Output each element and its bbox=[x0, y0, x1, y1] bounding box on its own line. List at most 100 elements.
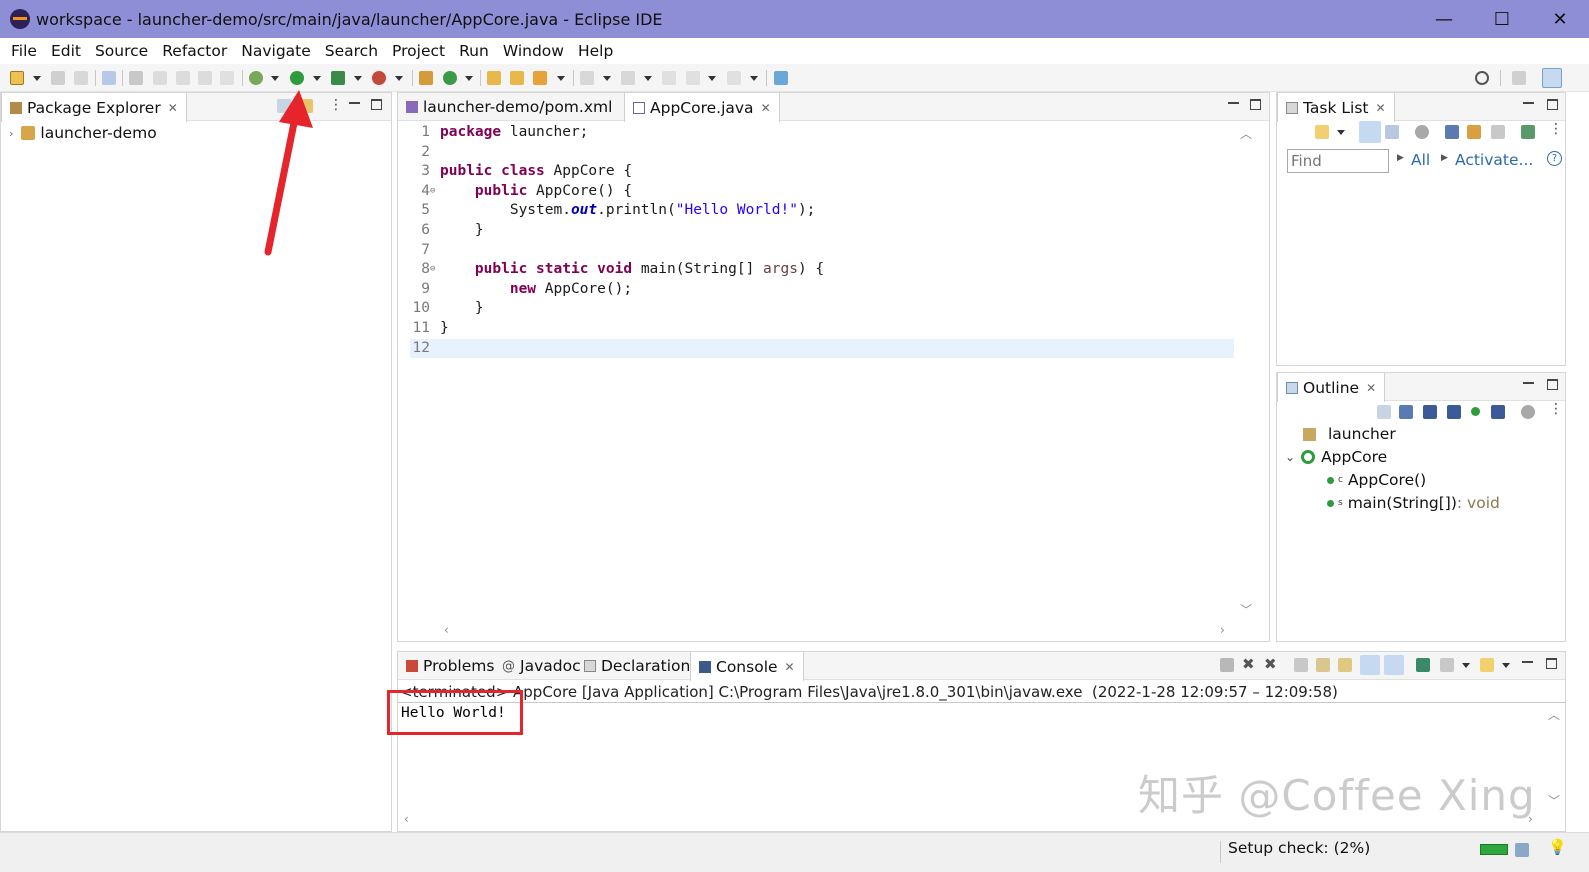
hide-nonpublic-icon[interactable] bbox=[1471, 407, 1480, 416]
outline-member-item[interactable]: s main(String[]) : void bbox=[1327, 492, 1500, 514]
forward-dropdown-icon[interactable] bbox=[750, 76, 758, 81]
minimize-view-button[interactable] bbox=[1523, 379, 1534, 390]
open-task-icon[interactable] bbox=[510, 71, 524, 85]
minimize-view-button[interactable] bbox=[1522, 658, 1533, 669]
close-icon[interactable]: ✕ bbox=[1366, 381, 1376, 395]
menu-source[interactable]: Source bbox=[88, 42, 155, 60]
focus-active-task-icon[interactable] bbox=[1521, 405, 1535, 419]
pin-console-icon[interactable] bbox=[1416, 658, 1430, 672]
search-dropdown-icon[interactable] bbox=[557, 76, 565, 81]
chevron-down-icon[interactable]: ⌄ bbox=[1285, 450, 1295, 464]
open-perspective-icon[interactable] bbox=[1512, 71, 1526, 85]
save-icon[interactable] bbox=[51, 71, 65, 85]
tab-task-list[interactable]: Task List ✕ bbox=[1277, 93, 1395, 122]
toggle-block-icon[interactable] bbox=[176, 71, 190, 85]
link-icon[interactable] bbox=[1521, 125, 1535, 139]
scroll-lock-icon[interactable] bbox=[1316, 658, 1330, 672]
prev-annotation-icon[interactable] bbox=[621, 71, 635, 85]
word-wrap-icon[interactable] bbox=[1338, 658, 1352, 672]
new-class-dropdown-icon[interactable] bbox=[465, 76, 473, 81]
view-menu-icon[interactable]: ⋮ bbox=[1549, 401, 1563, 417]
scheduled-icon[interactable] bbox=[1385, 125, 1399, 139]
maximize-view-button[interactable] bbox=[1547, 379, 1558, 390]
run-dropdown-icon[interactable] bbox=[313, 76, 321, 81]
fold-collapse-icon[interactable]: ⊖ bbox=[430, 260, 435, 280]
forward-icon[interactable] bbox=[727, 71, 741, 85]
display-console-dropdown-icon[interactable] bbox=[1462, 663, 1470, 668]
pin-editor-icon[interactable] bbox=[774, 71, 788, 85]
minimize-view-button[interactable] bbox=[1523, 99, 1534, 110]
outline-class-item[interactable]: ⌄ AppCore bbox=[1285, 446, 1387, 468]
view-menu-icon[interactable]: ⋮ bbox=[1549, 121, 1563, 137]
activate-link[interactable]: Activate... bbox=[1455, 151, 1533, 169]
maximize-view-button[interactable] bbox=[1547, 99, 1558, 110]
ant-icon[interactable] bbox=[129, 71, 143, 85]
word-wrap-icon[interactable] bbox=[198, 71, 212, 85]
new-dropdown-icon[interactable] bbox=[33, 76, 41, 81]
terminate-icon[interactable] bbox=[1220, 658, 1234, 672]
next-annotation-dropdown-icon[interactable] bbox=[603, 76, 611, 81]
progress-view-icon[interactable] bbox=[1515, 843, 1529, 857]
search-flashlight-icon[interactable] bbox=[533, 71, 547, 85]
menu-edit[interactable]: Edit bbox=[44, 42, 88, 60]
new-java-package-icon[interactable] bbox=[419, 71, 433, 85]
tab-declaration[interactable]: Declaration bbox=[576, 652, 698, 680]
debug-icon[interactable] bbox=[249, 71, 263, 85]
last-edit-location-icon[interactable] bbox=[662, 71, 676, 85]
outline-package-item[interactable]: launcher bbox=[1303, 423, 1396, 445]
new-icon[interactable] bbox=[10, 71, 24, 85]
lightbulb-icon[interactable]: 💡 bbox=[1548, 838, 1567, 856]
sort-icon[interactable] bbox=[1399, 405, 1413, 419]
help-icon[interactable]: ? bbox=[1547, 151, 1562, 166]
close-button[interactable]: ✕ bbox=[1531, 0, 1589, 38]
remove-all-launches-icon[interactable]: ✖ bbox=[1264, 655, 1277, 673]
menu-navigate[interactable]: Navigate bbox=[234, 42, 318, 60]
external-tools-icon[interactable] bbox=[372, 71, 386, 85]
maximize-editor-button[interactable] bbox=[1250, 99, 1261, 110]
menu-run[interactable]: Run bbox=[452, 42, 496, 60]
coverage-dropdown-icon[interactable] bbox=[354, 76, 362, 81]
run-icon[interactable] bbox=[290, 71, 304, 85]
menu-project[interactable]: Project bbox=[385, 42, 452, 60]
fold-collapse-icon[interactable]: ⊖ bbox=[430, 182, 435, 202]
maximize-button[interactable]: ☐ bbox=[1473, 0, 1531, 38]
view-menu-icon[interactable]: ⋮ bbox=[329, 97, 343, 113]
java-perspective-icon[interactable] bbox=[1542, 68, 1562, 88]
minimize-editor-button[interactable] bbox=[1228, 99, 1239, 110]
external-tools-dropdown-icon[interactable] bbox=[395, 76, 403, 81]
chevron-right-icon[interactable]: › bbox=[9, 127, 13, 140]
back-icon[interactable] bbox=[686, 71, 700, 85]
open-console-dropdown-icon[interactable] bbox=[1502, 663, 1510, 668]
menu-refactor[interactable]: Refactor bbox=[155, 42, 234, 60]
menu-help[interactable]: Help bbox=[571, 42, 620, 60]
outline-member-item[interactable]: c AppCore() bbox=[1327, 469, 1426, 491]
menu-search[interactable]: Search bbox=[318, 42, 385, 60]
tab-appcore-java[interactable]: AppCore.java ✕ bbox=[624, 93, 780, 122]
show-on-stderr-icon[interactable] bbox=[1384, 655, 1404, 675]
tab-console[interactable]: Console ✕ bbox=[690, 652, 804, 681]
prev-annotation-dropdown-icon[interactable] bbox=[644, 76, 652, 81]
hide-static-icon[interactable] bbox=[1447, 405, 1461, 419]
hide-fields-icon[interactable] bbox=[1423, 405, 1437, 419]
new-java-class-icon[interactable] bbox=[443, 71, 457, 85]
clear-console-icon[interactable] bbox=[1294, 658, 1308, 672]
close-icon[interactable]: ✕ bbox=[785, 660, 795, 674]
back-dropdown-icon[interactable] bbox=[708, 76, 716, 81]
tab-problems[interactable]: Problems bbox=[398, 652, 502, 680]
synchronize-icon[interactable] bbox=[1415, 125, 1429, 139]
debug-dropdown-icon[interactable] bbox=[271, 76, 279, 81]
whitespace-icon[interactable] bbox=[220, 71, 234, 85]
maximize-view-button[interactable] bbox=[371, 99, 382, 110]
show-on-stdout-icon[interactable] bbox=[1360, 655, 1380, 675]
collapse-all-icon[interactable] bbox=[1491, 125, 1505, 139]
tab-javadoc[interactable]: @ Javadoc bbox=[494, 652, 589, 680]
scroll-down-icon[interactable]: ﹀ bbox=[1240, 601, 1252, 618]
open-type-icon[interactable] bbox=[487, 71, 501, 85]
display-console-icon[interactable] bbox=[1440, 658, 1454, 672]
code-editor[interactable]: 1 package launcher; 2 3 public class AppCo… bbox=[410, 123, 1234, 619]
menu-file[interactable]: File bbox=[4, 42, 44, 60]
project-tree-item[interactable]: › launcher-demo bbox=[9, 122, 157, 144]
tab-outline[interactable]: Outline ✕ bbox=[1277, 373, 1386, 402]
new-task-dropdown-icon[interactable] bbox=[1337, 130, 1345, 135]
next-annotation-icon[interactable] bbox=[580, 71, 594, 85]
